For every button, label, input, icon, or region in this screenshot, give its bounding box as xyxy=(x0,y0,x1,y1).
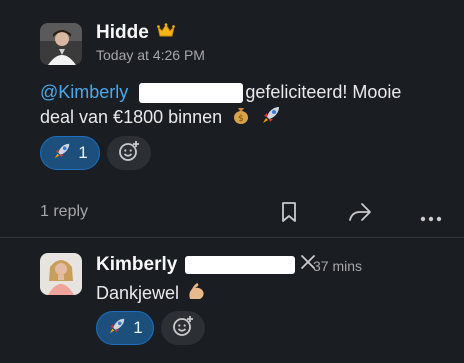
timestamp[interactable]: Today at 4:26 PM xyxy=(96,47,205,63)
reply-body: Dankjewel xyxy=(96,281,206,307)
flexed-biceps-icon xyxy=(186,281,206,307)
reaction-count: 1 xyxy=(78,143,88,162)
add-emoji-icon xyxy=(117,139,141,168)
svg-text:$: $ xyxy=(238,114,244,124)
more-icon[interactable] xyxy=(420,209,442,227)
author-name[interactable]: Kimberly xyxy=(96,254,316,276)
add-emoji-icon xyxy=(171,314,195,343)
reaction-rocket-button[interactable]: 1 xyxy=(40,136,100,170)
timestamp[interactable]: 37 mins xyxy=(313,258,362,274)
author-label[interactable]: Kimberly xyxy=(96,254,177,275)
divider xyxy=(0,237,464,238)
rocket-icon xyxy=(52,141,72,166)
bookmark-icon[interactable] xyxy=(279,201,299,228)
avatar[interactable] xyxy=(40,253,82,295)
add-reaction-button[interactable] xyxy=(107,136,151,170)
rocket-icon xyxy=(260,104,282,132)
redacted-block xyxy=(184,256,295,274)
thread-action-bar: 1 reply xyxy=(0,190,464,234)
reply-count-link[interactable]: 1 reply xyxy=(40,203,88,221)
mention-link[interactable]: @Kimberly xyxy=(40,82,128,102)
author-label[interactable]: Hidde xyxy=(96,22,149,43)
redacted-block xyxy=(139,83,244,104)
add-reaction-button[interactable] xyxy=(161,311,205,345)
reaction-rocket-button[interactable]: 1 xyxy=(96,311,154,345)
crown-icon xyxy=(157,22,175,44)
author-name[interactable]: Hidde xyxy=(96,22,175,44)
rocket-icon xyxy=(107,316,127,341)
reaction-count: 1 xyxy=(133,318,143,337)
message-text-line2: deal van €1800 binnen xyxy=(40,106,223,127)
reply-text: Dankjewel xyxy=(96,283,180,303)
message-text-line1: gefeliciteerd! Mooie xyxy=(245,82,402,102)
message-body: @Kimberly gefeliciteerd! Mooie deal van … xyxy=(40,80,450,132)
money-bag-icon: $ xyxy=(231,105,251,131)
share-icon[interactable] xyxy=(348,201,372,228)
avatar[interactable] xyxy=(40,23,82,65)
